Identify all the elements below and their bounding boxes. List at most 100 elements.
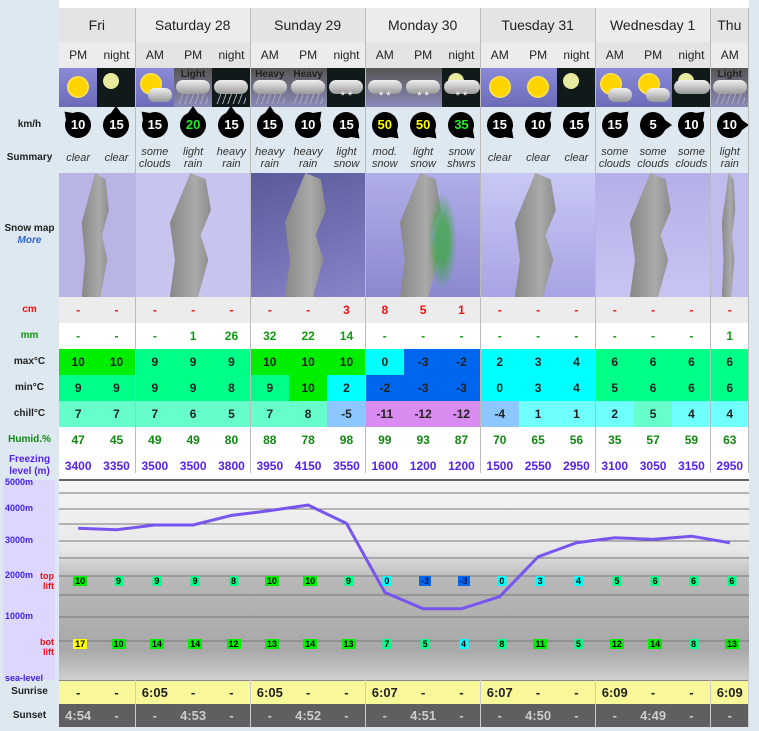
weather-icon-cell	[97, 68, 136, 107]
snow-cm-value: 8	[381, 303, 389, 317]
rain-cloud-icon: Light	[174, 68, 213, 107]
weather-icon-row: Light Heavy Heavy * * * * * * * * Light	[59, 68, 749, 107]
sunset-time: -	[152, 708, 157, 723]
sunset-time: -	[612, 708, 617, 723]
freezing-level-value: 1500	[486, 459, 514, 473]
humidity-value: 45	[109, 433, 124, 447]
wind-speed-badge: 15	[563, 107, 594, 138]
bot-lift-temp-badge: 17	[73, 639, 88, 649]
land-shape	[514, 173, 556, 297]
period-label: AM	[710, 42, 749, 68]
snow-map-image[interactable]	[710, 173, 749, 297]
moon-icon	[557, 68, 596, 107]
sunrise-time: -	[75, 685, 81, 700]
top-lift-temp-badge: 6	[727, 576, 737, 586]
top-lift-temp-badge: 9	[343, 576, 354, 586]
period-label: AM	[135, 42, 174, 68]
humidity-value: 57	[646, 433, 660, 447]
snowflakes: * *	[417, 90, 429, 102]
freezing-level-value: 2950	[716, 459, 744, 473]
more-link[interactable]: More	[18, 235, 42, 247]
min-c-row: 9 9 9 9 8 9 10 2 -2 -3 -3 0 3 4 5 6 6 6	[59, 375, 749, 401]
sun-icon	[519, 68, 558, 107]
snow-map-image[interactable]	[480, 173, 596, 297]
rain-streaks	[178, 94, 209, 104]
max-c-value: 6	[595, 349, 634, 375]
land-shape	[629, 173, 671, 297]
day-header: Monday 30	[365, 8, 481, 42]
summary-text: some clouds	[675, 145, 708, 170]
humidity-value: 63	[723, 433, 737, 447]
sunrise-time: -	[305, 685, 311, 700]
snow-cm-value: 5	[419, 303, 427, 317]
snow-map-image[interactable]	[59, 173, 136, 297]
weather-icon-cell	[212, 68, 251, 107]
freezing-level-label: Freezing level (m)	[0, 453, 59, 479]
max-c-row: 10 10 9 9 9 10 10 10 0 -3 -2 2 3 4 6 6 6 6	[59, 349, 749, 375]
top-lift-temp-badge: 4	[573, 576, 584, 586]
period-label: AM	[595, 42, 634, 68]
max-c-value: 2	[480, 349, 519, 375]
min-c-value: 9	[135, 375, 174, 401]
top-lift-temp-badge: 0	[382, 576, 392, 586]
sunset-time: 4:54	[65, 708, 92, 723]
snow-cm-value: -	[76, 303, 81, 317]
humidity-value: 59	[684, 433, 699, 447]
weather-icon-cell	[59, 68, 98, 107]
humidity-value: 70	[493, 433, 507, 447]
wind-cell: 35	[442, 107, 480, 142]
bot-lift-temp-badge: 12	[609, 639, 624, 649]
freezing-level-value: 3350	[103, 459, 130, 473]
axis-4000-label: 4000m	[5, 503, 34, 513]
day-separator	[709, 8, 711, 473]
max-c-value: 6	[710, 349, 749, 375]
top-lift-label: top lift	[40, 571, 54, 591]
max-c-value: -3	[403, 349, 443, 375]
rain-mm-value: -	[497, 329, 502, 343]
land-shape	[284, 173, 326, 297]
cloud-shape	[214, 80, 249, 94]
max-c-value: 0	[365, 349, 404, 375]
period-label: PM	[518, 42, 558, 68]
day-header: Wednesday 1	[595, 8, 711, 42]
top-lift-temp-badge: 10	[303, 576, 318, 586]
axis-5000-label: 5000m	[5, 477, 34, 487]
freezing-level-label-text: Freezing level (m)	[8, 454, 51, 477]
humidity-value: 80	[224, 433, 239, 447]
chill-c-value: 5	[212, 401, 251, 427]
snow-map-image[interactable]	[250, 173, 366, 297]
sun-shape	[527, 76, 550, 98]
cloud-shape	[176, 80, 211, 94]
snow-map-image[interactable]	[135, 173, 251, 297]
rain-mm-value: 22	[301, 329, 315, 343]
summary-text: mod. snow	[371, 145, 398, 170]
snow-map-image[interactable]	[595, 173, 711, 297]
humidity-value: 49	[186, 433, 200, 447]
sunrise-label: Sunrise	[0, 680, 59, 704]
snow-map-row	[59, 173, 749, 297]
rain-mm-value: -	[459, 329, 464, 343]
max-c-value: 10	[250, 349, 289, 375]
chill-c-value: 7	[135, 401, 174, 427]
min-c-value: 9	[97, 375, 136, 401]
freezing-level-value: 3500	[179, 459, 207, 473]
sun-icon	[480, 68, 519, 107]
period-label: PM	[173, 42, 213, 68]
period-label: AM	[365, 42, 404, 68]
day-header: Saturday 28	[135, 8, 251, 42]
rain-mm-row: - - - 1 26 32 22 14 - - - - - - - - - 1	[59, 323, 749, 349]
sunset-time: 4:52	[295, 708, 322, 723]
min-c-value: 0	[480, 375, 519, 401]
sunset-time: -	[267, 708, 272, 723]
humidity-value: 35	[608, 433, 622, 447]
max-c-value: 9	[212, 349, 251, 375]
snow-map-image[interactable]	[365, 173, 481, 297]
period-row: PM night AM PM night AM PM night AM PM night AM PM ni…	[59, 42, 749, 68]
cloud-shape	[646, 88, 671, 102]
weather-icon-cell: Light	[174, 68, 213, 107]
sunrise-time: -	[420, 685, 426, 700]
snow-cm-value: -	[612, 303, 617, 317]
period-label: night	[442, 42, 481, 68]
snow-cm-value: -	[536, 303, 541, 317]
wind-cell: 10	[672, 107, 710, 142]
